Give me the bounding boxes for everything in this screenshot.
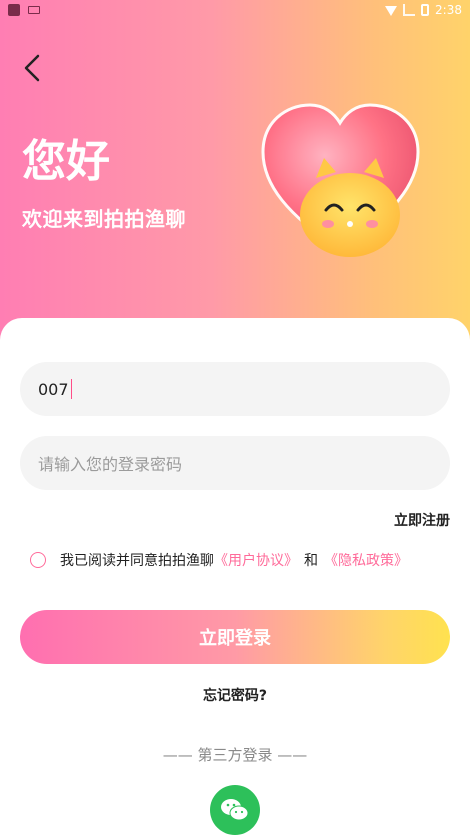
battery-icon	[421, 4, 430, 16]
mascot-illustration	[261, 103, 420, 257]
heart-cat-mascot	[258, 100, 423, 265]
status-bar: 2:38	[0, 0, 470, 22]
account-input-value: 007	[38, 379, 69, 399]
welcome-subtitle: 欢迎来到拍拍渔聊	[22, 207, 186, 231]
status-time: 2:38	[435, 3, 462, 17]
notification-icon	[28, 6, 40, 14]
agreement-row: 我已阅读并同意拍拍渔聊 《用户协议》 和 《隐私政策》	[30, 550, 408, 570]
page-title: 您好	[22, 136, 110, 187]
third-party-login-label: —— 第三方登录 ——	[162, 746, 308, 764]
no-signal-icon	[403, 4, 416, 16]
forgot-password-link[interactable]: 忘记密码?	[0, 685, 470, 705]
user-agreement-link[interactable]: 《用户协议》	[214, 550, 298, 570]
register-link[interactable]: 立即注册	[394, 510, 450, 530]
wifi-icon	[385, 6, 398, 16]
chevron-left-icon	[24, 54, 40, 82]
privacy-policy-link[interactable]: 《隐私政策》	[324, 550, 408, 570]
password-placeholder: 请输入您的登录密码	[38, 455, 183, 474]
agreement-checkbox[interactable]	[30, 552, 46, 568]
password-input[interactable]: 请输入您的登录密码	[20, 436, 450, 490]
account-input[interactable]: 007	[20, 362, 450, 416]
login-button[interactable]: 立即登录	[20, 610, 450, 664]
text-caret	[70, 379, 72, 399]
app-notification-icon	[8, 4, 20, 16]
wechat-icon	[221, 799, 249, 821]
agreement-prefix: 我已阅读并同意拍拍渔聊	[60, 553, 214, 569]
wechat-login-button[interactable]	[210, 785, 260, 835]
agreement-and: 和	[304, 553, 318, 569]
back-button[interactable]	[18, 52, 50, 84]
